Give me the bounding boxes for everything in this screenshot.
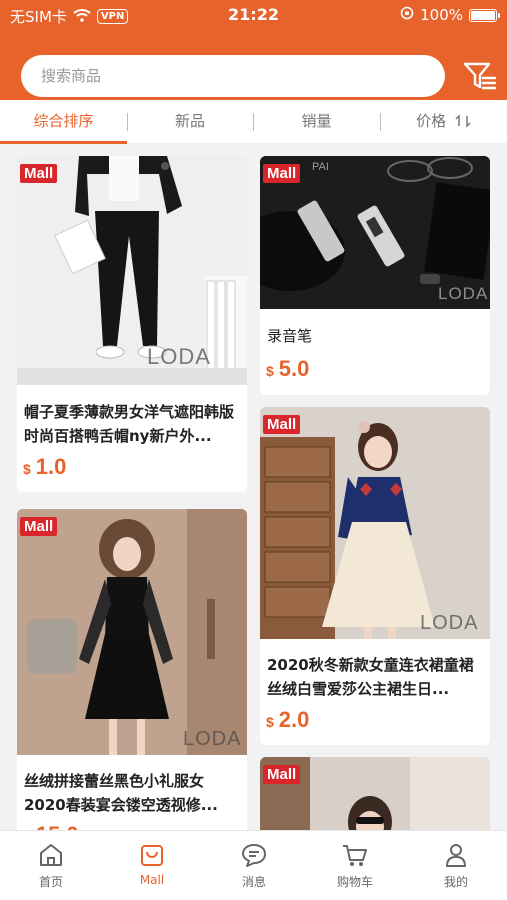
mall-bag-icon <box>141 845 163 866</box>
tab-label: 消息 <box>241 875 266 889</box>
sort-tab-price[interactable]: 价格 <box>380 100 507 144</box>
watermark-loda: LODA <box>183 728 242 750</box>
status-bar: 无SIM卡 VPN 21:22 100% <box>0 0 507 30</box>
product-title: 录音笔 <box>267 327 313 345</box>
orientation-lock-icon <box>400 6 414 24</box>
tab-label: 购物车 <box>336 875 373 889</box>
watermark-loda: LODA <box>420 612 479 634</box>
bottom-tab-bar: 首页 Mall 消息 购物车 我的 <box>0 830 507 900</box>
product-card[interactable]: Mall LODA 帽子夏季薄款男女洋气遮阳韩版时尚百搭鸭舌帽ny新户外... … <box>17 156 247 492</box>
filter-button[interactable] <box>462 58 498 94</box>
search-field[interactable] <box>21 55 445 97</box>
filter-icon <box>463 62 497 90</box>
profile-icon <box>446 844 466 867</box>
tab-mall[interactable]: Mall <box>117 841 187 887</box>
product-image <box>17 156 247 385</box>
tab-home[interactable]: 首页 <box>16 841 86 890</box>
svg-text:PAI: PAI <box>312 161 329 173</box>
sort-tab-label: 销量 <box>301 112 332 130</box>
currency-symbol: $ <box>266 363 274 379</box>
price-value: 5.0 <box>278 356 310 381</box>
tab-cart[interactable]: 购物车 <box>320 841 390 890</box>
mall-badge: Mall <box>263 415 301 434</box>
sort-tab-label: 价格 <box>416 112 447 130</box>
currency-symbol: $ <box>23 461 31 477</box>
product-card[interactable]: PAI Mall LODA 录音笔 $5.0 <box>260 156 490 395</box>
product-price: $5.0 <box>266 356 309 382</box>
sort-tab-label: 新品 <box>174 112 205 130</box>
sort-tab-new[interactable]: 新品 <box>127 100 253 144</box>
tab-label: 首页 <box>38 875 63 889</box>
product-price: $1.0 <box>23 454 66 480</box>
sort-arrows-icon <box>455 114 471 128</box>
sort-tab-comprehensive[interactable]: 综合排序 <box>0 100 127 144</box>
currency-symbol: $ <box>266 714 274 730</box>
tab-profile[interactable]: 我的 <box>421 841 491 890</box>
search-input[interactable] <box>21 55 445 97</box>
mall-badge: Mall <box>263 164 301 183</box>
product-title: 帽子夏季薄款男女洋气遮阳韩版时尚百搭鸭舌帽ny新户外... <box>24 403 235 445</box>
mall-badge: Mall <box>20 164 58 183</box>
cart-icon <box>343 845 367 866</box>
product-image <box>17 509 247 755</box>
watermark-loda: LODA <box>147 344 211 369</box>
product-title: 2020秋冬新款女童连衣裙童裙丝绒白雪爱莎公主裙生日... <box>267 656 474 698</box>
tab-label: Mall <box>139 873 165 887</box>
sort-tab-sales[interactable]: 销量 <box>253 100 380 144</box>
message-icon <box>242 844 266 867</box>
home-icon <box>40 844 62 866</box>
sort-tab-label: 综合排序 <box>33 112 94 130</box>
product-title: 丝绒拼接蕾丝黑色小礼服女2020春装宴会镂空透视修... <box>24 772 218 814</box>
battery-icon <box>469 8 500 22</box>
watermark-loda: LODA <box>438 284 489 303</box>
product-price: $2.0 <box>266 707 309 733</box>
battery-percent: 100% <box>420 6 463 24</box>
tab-messages[interactable]: 消息 <box>219 841 289 890</box>
product-card[interactable]: Mall LODA 2020秋冬新款女童连衣裙童裙丝绒白雪爱莎公主裙生日... … <box>260 407 490 745</box>
mall-badge: Mall <box>263 765 301 784</box>
price-value: 1.0 <box>35 454 67 479</box>
product-card[interactable]: Mall LODA 丝绒拼接蕾丝黑色小礼服女2020春装宴会镂空透视修... $… <box>17 509 247 849</box>
sort-bar: 综合排序 新品 销量 价格 <box>0 100 507 144</box>
tab-label: 我的 <box>443 875 468 889</box>
product-image <box>260 407 490 639</box>
price-value: 2.0 <box>278 707 310 732</box>
mall-badge: Mall <box>20 517 58 536</box>
